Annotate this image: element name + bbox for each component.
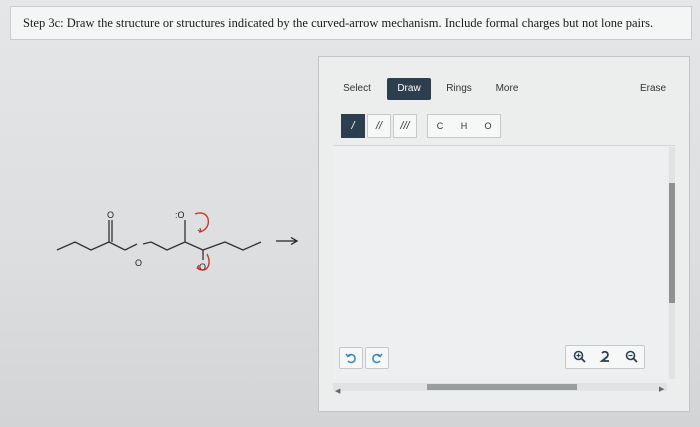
atom-label-carbonyl-1: O [107,210,114,220]
atom-hydrogen-button[interactable]: H [452,115,476,137]
mechanism-structure: O O :O O [56,210,262,272]
tab-more[interactable]: More [489,78,525,100]
question-text: Step 3c: Draw the structure or structure… [23,16,654,30]
horizontal-scroll-thumb[interactable] [427,384,577,390]
triple-bond-button[interactable]: /// [393,114,417,138]
undo-button[interactable] [339,347,363,369]
atom-oxygen-button[interactable]: O [476,115,500,137]
zoom-in-button[interactable] [566,346,592,368]
reaction-arrow-icon [276,236,299,246]
carbon-chain-left [56,241,126,251]
single-bond-button[interactable]: / [341,114,365,138]
zoom-controls [565,345,645,369]
zoom-in-icon [573,350,586,363]
tab-draw[interactable]: Draw [387,78,431,100]
atom-label-ester-oxygen: O [135,258,142,268]
double-bond-button[interactable]: // [367,114,391,138]
atom-tools: C H O [427,114,501,138]
vertical-scroll-thumb[interactable] [669,183,675,303]
carbon-chain-right [150,241,262,251]
atom-label-alkoxide: :O [175,210,185,220]
toolbar-divider [333,145,675,146]
scroll-left-arrow-icon[interactable]: ◀ [335,387,340,395]
atom-carbon-button[interactable]: C [428,115,452,137]
curved-arrow-1 [194,212,209,233]
tab-rings[interactable]: Rings [441,78,477,100]
reset-view-button[interactable] [592,346,618,368]
reset-view-icon [598,350,609,362]
page: Step 3c: Draw the structure or structure… [0,0,700,427]
zoom-out-button[interactable] [618,346,644,368]
structure-editor: Select Draw Rings More Erase / // /// C … [318,56,690,412]
tab-erase[interactable]: Erase [633,78,673,100]
redo-button[interactable] [365,347,389,369]
horizontal-scrollbar[interactable] [333,383,667,391]
redo-icon [372,353,383,364]
tab-select[interactable]: Select [337,78,377,100]
scroll-right-arrow-icon[interactable]: ▶ [659,385,664,393]
zoom-out-icon [625,350,638,363]
question-box: Step 3c: Draw the structure or structure… [10,6,692,40]
vertical-scrollbar[interactable] [669,147,675,379]
undo-icon [345,353,356,364]
bond-tools: / // /// [341,114,419,138]
